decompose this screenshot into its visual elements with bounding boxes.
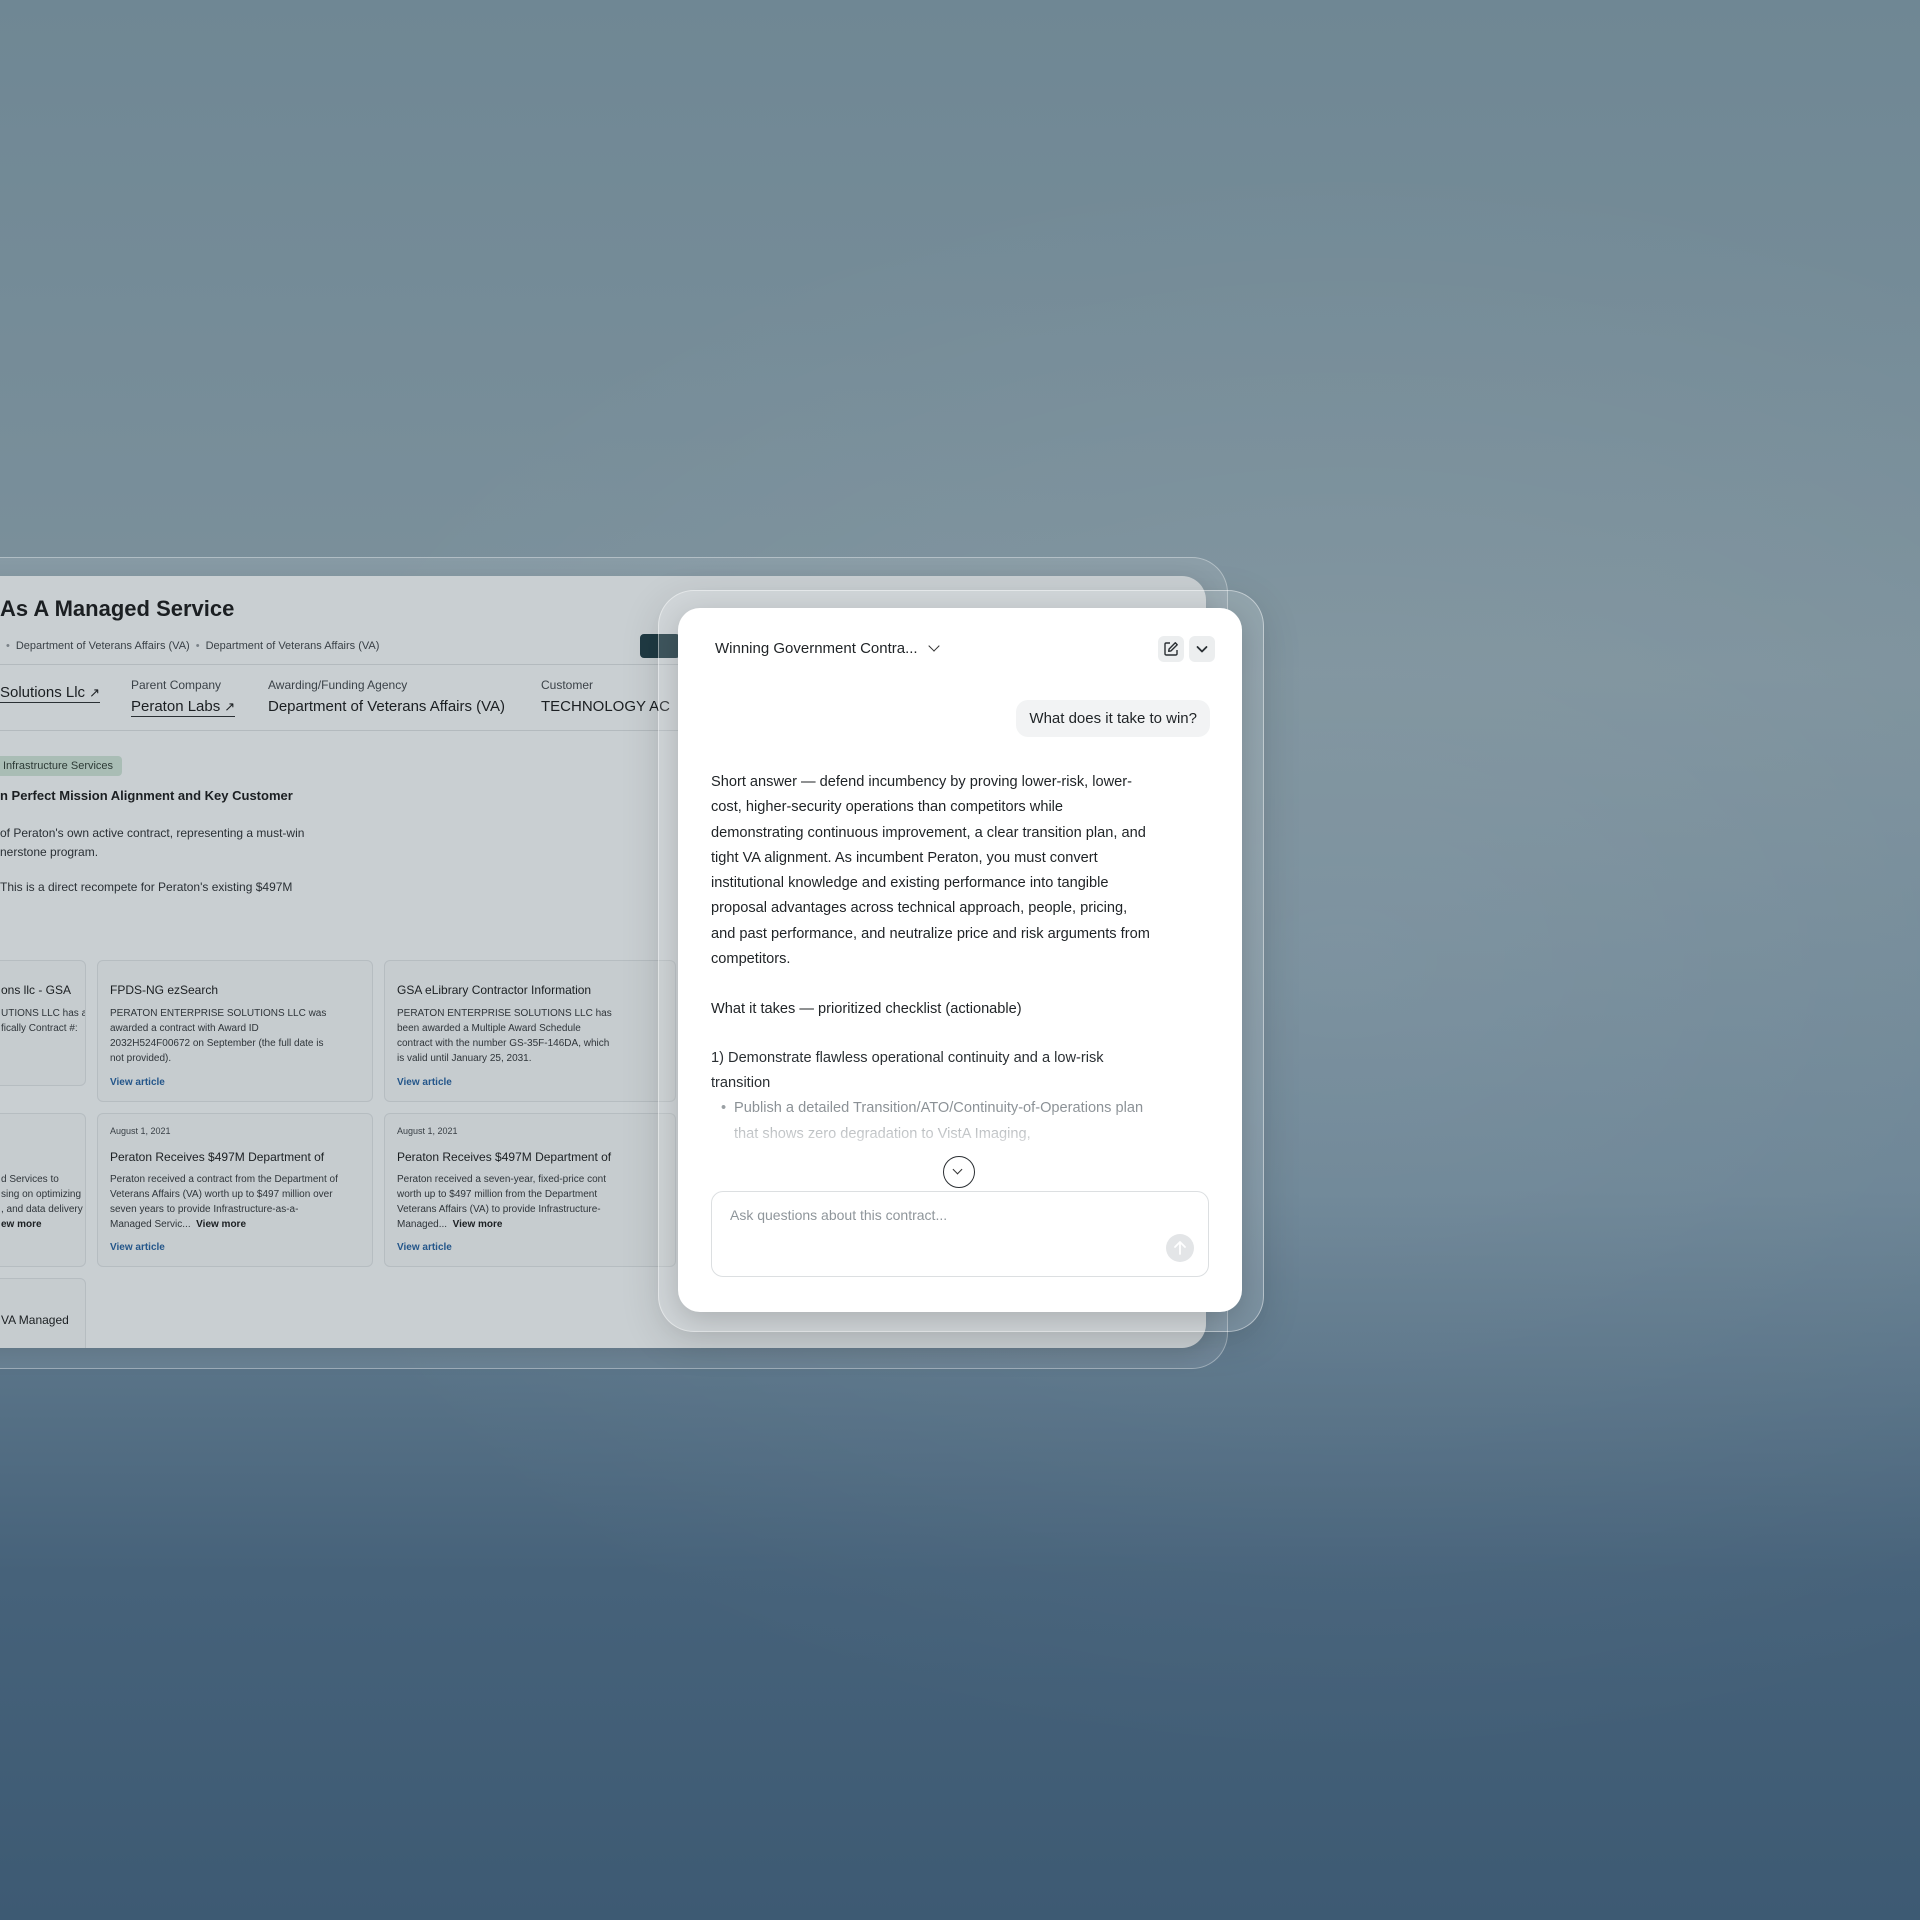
meta-vendor: Solutions Llc ↗ <box>0 678 100 703</box>
view-more-link[interactable]: View more <box>453 1219 503 1230</box>
send-arrow-icon <box>1174 1241 1186 1255</box>
content-fade <box>678 1108 1242 1158</box>
meta-customer: Customer TECHNOLOGY AC <box>541 678 670 715</box>
vendor-link[interactable]: Solutions Llc ↗ <box>0 684 100 703</box>
category-tag: Infrastructure Services <box>0 756 123 776</box>
external-link-icon: ↗ <box>89 685 100 700</box>
meta-agency: Awarding/Funding Agency Department of Ve… <box>268 678 506 715</box>
contract-title: As A Managed Service <box>0 596 235 621</box>
new-chat-button[interactable] <box>1158 636 1184 662</box>
view-article-link[interactable]: View article <box>110 1077 165 1088</box>
breadcrumb-item[interactable]: Department of Veterans Affairs (VA) <box>16 640 190 652</box>
parent-company-link[interactable]: Peraton Labs ↗ <box>131 698 236 717</box>
chevron-down-icon <box>952 1164 963 1175</box>
source-card[interactable]: FPDS-NG ezSearch PERATON ENTERPRISE SOLU… <box>97 960 373 1102</box>
conversation-selector[interactable]: Winning Government Contra... <box>715 640 940 657</box>
source-card[interactable]: d Services to sing on optimizing, and dat… <box>0 1113 86 1267</box>
view-article-link[interactable]: View article <box>397 1077 452 1088</box>
insight-text: of Peraton's own active contract, repres… <box>0 826 305 840</box>
view-more-link[interactable]: ew more <box>1 1219 42 1230</box>
source-card[interactable]: GSA eLibrary Contractor Information PERA… <box>384 960 676 1102</box>
assistant-message: Short answer — defend incumbency by prov… <box>711 770 1151 1147</box>
insight-text: nerstone program. <box>0 845 99 859</box>
external-link-icon: ↗ <box>224 699 236 714</box>
chat-panel: Winning Government Contra... What does i… <box>678 608 1242 1312</box>
breadcrumb-item[interactable]: Department of Veterans Affairs (VA) <box>206 640 380 652</box>
breadcrumb: • Department of Veterans Affairs (VA) • Dep… <box>6 640 380 652</box>
conversation-title: Winning Government Contra... <box>715 640 918 657</box>
collapse-chat-button[interactable] <box>1189 636 1215 662</box>
user-message: What does it take to win? <box>1016 700 1210 737</box>
source-card[interactable]: August 1, 2021 Peraton Receives $497M De… <box>384 1113 676 1267</box>
view-article-link[interactable]: View article <box>110 1242 165 1253</box>
source-card[interactable]: VA Managed <box>0 1278 86 1348</box>
view-article-link[interactable]: View article <box>397 1242 452 1253</box>
checklist-item: 1) Demonstrate flawless operational cont… <box>711 1049 1104 1091</box>
insight-text: This is a direct recompete for Peraton's… <box>0 880 293 894</box>
meta-parent-company: Parent Company Peraton Labs ↗ <box>131 678 236 717</box>
chat-input-box[interactable] <box>711 1191 1209 1277</box>
compose-icon <box>1164 642 1178 656</box>
scroll-to-bottom-button[interactable] <box>943 1156 975 1188</box>
chevron-down-icon <box>927 640 940 652</box>
source-card[interactable]: August 1, 2021 Peraton Receives $497M De… <box>97 1113 373 1267</box>
source-card[interactable]: ons llc - GSA UTIONS LLC has a fically Co… <box>0 960 86 1086</box>
answer-text: Short answer — defend incumbency by prov… <box>711 774 1150 968</box>
chevron-down-icon <box>1196 646 1208 653</box>
chat-input[interactable] <box>728 1206 1152 1224</box>
insight-heading: n Perfect Mission Alignment and Key Cust… <box>0 788 293 803</box>
view-more-link[interactable]: View more <box>196 1219 246 1230</box>
checklist-heading: What it takes — prioritized checklist (a… <box>711 1001 1022 1018</box>
send-button[interactable] <box>1166 1234 1194 1262</box>
